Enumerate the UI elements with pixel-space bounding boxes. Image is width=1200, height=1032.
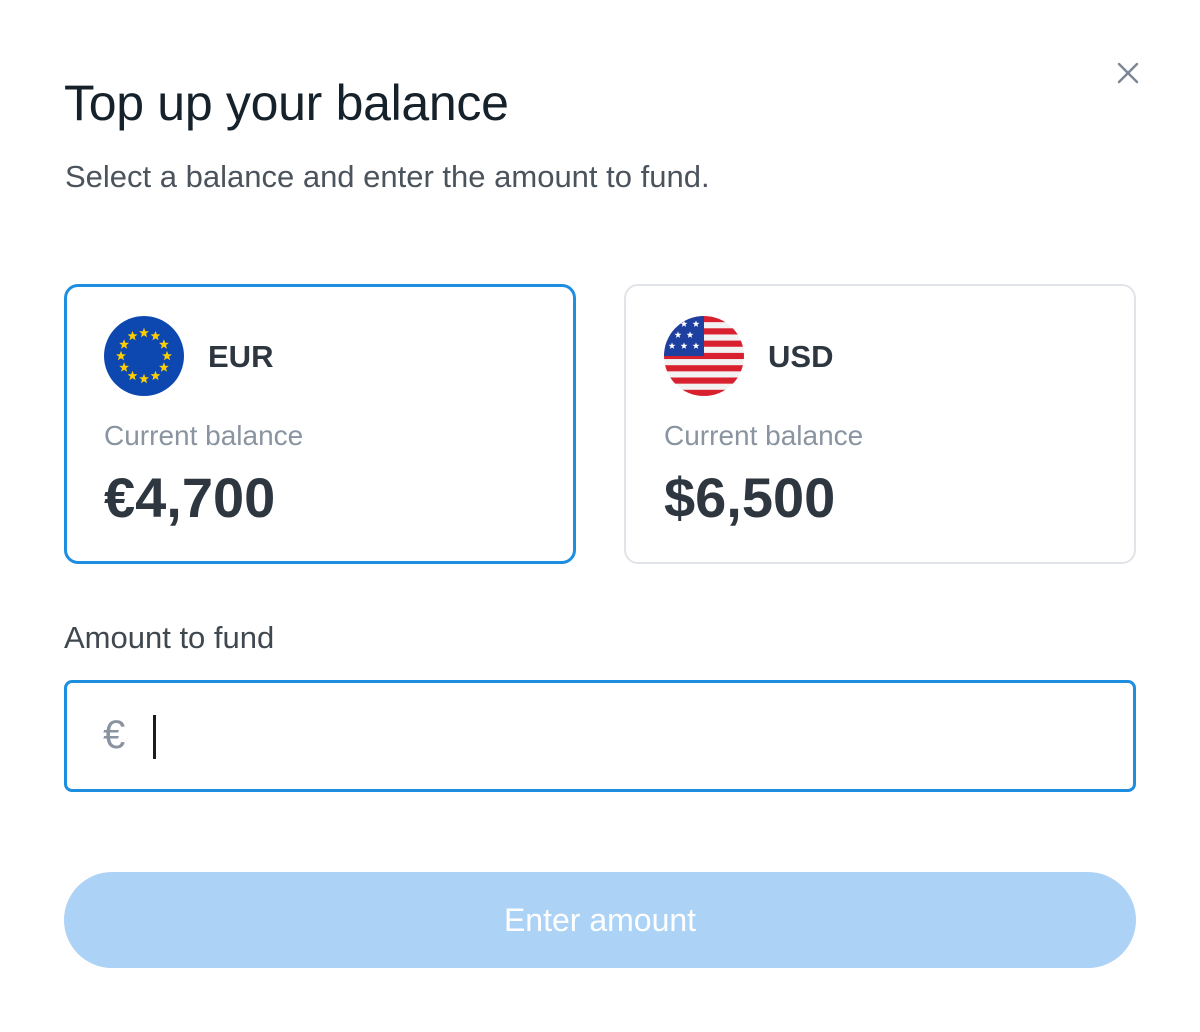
currency-code: EUR (208, 339, 274, 374)
amount-input[interactable]: € (64, 680, 1136, 792)
us-flag-icon (664, 316, 744, 396)
eu-flag-icon (104, 316, 184, 396)
close-button[interactable] (1112, 57, 1144, 89)
currency-code: USD (768, 339, 834, 374)
dialog-title: Top up your balance (64, 75, 509, 131)
top-up-dialog: Top up your balance Select a balance and… (0, 0, 1200, 1032)
amount-field-label: Amount to fund (64, 620, 275, 655)
balance-card-usd[interactable]: USD Current balance $6,500 (624, 284, 1136, 564)
dialog-subtitle: Select a balance and enter the amount to… (65, 159, 710, 194)
current-balance-label: Current balance (664, 420, 864, 451)
current-balance-amount: €4,700 (104, 466, 276, 529)
balance-card-eur[interactable]: EUR Current balance €4,700 (64, 284, 576, 564)
text-caret (153, 715, 156, 759)
currency-symbol: € (103, 713, 126, 757)
enter-amount-button[interactable]: Enter amount (64, 872, 1136, 968)
close-icon (1117, 62, 1139, 84)
current-balance-amount: $6,500 (664, 466, 836, 529)
current-balance-label: Current balance (104, 420, 304, 451)
